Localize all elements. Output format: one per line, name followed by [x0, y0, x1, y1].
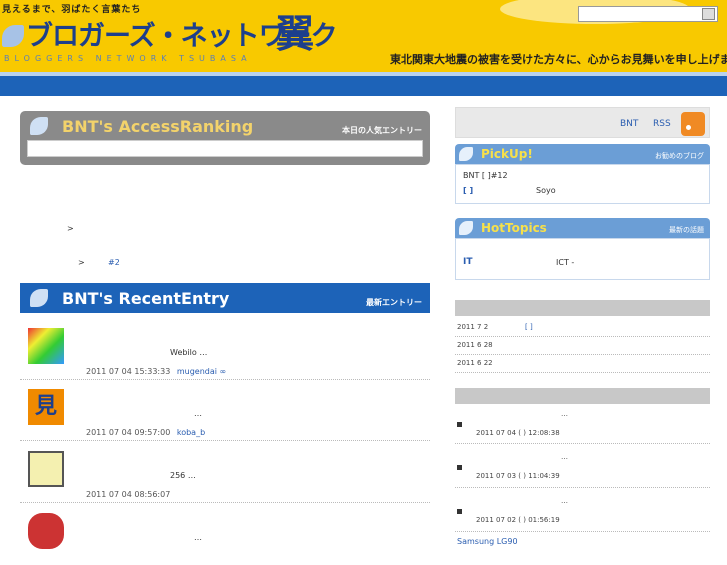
qa-title[interactable]: … — [561, 497, 568, 505]
bullet-icon — [457, 465, 462, 470]
pickup-body: BNT [ ]#12 [ ] Soyo — [455, 164, 710, 204]
recent-title: BNT's RecentEntry — [62, 289, 230, 308]
breadcrumb-arrow: > — [78, 258, 85, 267]
breadcrumb-arrow: > — [67, 224, 74, 233]
ranking-header: BNT's AccessRanking 本日の人気エントリー — [20, 111, 430, 141]
entry-meta: 2011 07 04 15:33:33 mugendai ∞ — [86, 367, 226, 376]
divider — [455, 354, 710, 355]
pickup-panel: PickUp! お勧めのブログ BNT [ ]#12 [ ] Soyo — [455, 144, 710, 204]
recent-entry-header: BNT's RecentEntry 最新エントリー — [20, 283, 430, 313]
entry-row[interactable]: Webilo … 2011 07 04 15:33:33 mugendai ∞ — [20, 320, 430, 380]
avatar[interactable]: 見 — [28, 389, 64, 425]
entry-row[interactable]: 見 … 2011 07 04 09:57:00 koba_b — [20, 381, 430, 441]
ranking-subtitle: 本日の人気エントリー — [342, 126, 422, 135]
site-header: 見えるまで、羽ばたく言葉たち ブロガーズ・ネットワーク 翼 BLOGGERS N… — [0, 0, 727, 72]
nav-bar-highlight — [0, 72, 727, 76]
pickup-author: Soyo — [536, 186, 556, 195]
bullet-icon — [457, 509, 462, 514]
entry-title[interactable]: … — [194, 409, 202, 418]
wing-icon — [459, 221, 473, 235]
wing-icon — [459, 147, 473, 161]
qa-date: 2011 07 02 ( ) 01:56:19 — [476, 516, 560, 524]
qa-header — [455, 388, 710, 404]
entry-author[interactable]: mugendai ∞ — [177, 367, 226, 376]
entry-author[interactable]: koba_b — [177, 428, 205, 437]
hottopics-subtitle: 最新の話題 — [669, 226, 704, 234]
ranking-title: BNT's AccessRanking — [62, 117, 254, 136]
avatar[interactable] — [28, 451, 64, 487]
divider — [455, 487, 710, 488]
news-header — [455, 300, 710, 316]
entry-time: 09:57:00 — [134, 428, 171, 437]
entry-row[interactable]: 256 … 2011 07 04 08:56:07 — [20, 443, 430, 503]
divider — [455, 443, 710, 444]
qa-date: 2011 07 04 ( ) 12:08:38 — [476, 429, 560, 437]
logo-subtitle: BLOGGERS NETWORK TSUBASA — [4, 54, 252, 63]
wing-icon — [2, 25, 24, 47]
hottopic-text: ICT - — [556, 258, 575, 267]
pickup-title: PickUp! — [481, 147, 533, 161]
entry-title[interactable]: Webilo … — [170, 348, 207, 357]
search-input[interactable] — [578, 6, 718, 22]
news-date: 2011 6 28 — [457, 341, 493, 349]
rss-icon[interactable] — [681, 112, 705, 136]
hottopics-panel: HotTopics 最新の話題 IT ICT - — [455, 218, 710, 280]
rss-box: BNT RSS — [455, 107, 710, 138]
hottopics-body: IT ICT - — [455, 238, 710, 280]
entry-date: 2011 07 04 — [86, 490, 132, 499]
news-date: 2011 7 2 — [457, 323, 489, 331]
entry-meta: 2011 07 04 08:56:07 — [86, 490, 174, 499]
pickup-header: PickUp! お勧めのブログ — [455, 144, 710, 164]
condolence-message: 東北関東大地震の被害を受けた方々に、心からお見舞いを申し上げます。 — [390, 53, 727, 66]
entry-date: 2011 07 04 — [86, 428, 132, 437]
hottopics-title: HotTopics — [481, 221, 547, 235]
hottopic-link[interactable]: IT — [463, 257, 473, 267]
entry-time: 15:33:33 — [134, 367, 171, 376]
divider — [455, 531, 710, 532]
wing-icon — [30, 117, 48, 135]
rss-label-bnt[interactable]: BNT — [620, 119, 638, 129]
pickup-line: BNT [ ]#12 — [463, 171, 508, 180]
pickup-link[interactable]: [ ] — [463, 186, 473, 195]
nav-bar — [0, 72, 727, 96]
news-link[interactable]: [ ] — [525, 323, 533, 331]
access-ranking-panel: BNT's AccessRanking 本日の人気エントリー — [20, 111, 430, 165]
logo-kanji: 翼 — [276, 12, 315, 56]
divider — [455, 336, 710, 337]
search-button[interactable] — [702, 8, 715, 20]
ranking-list — [27, 140, 423, 157]
avatar[interactable] — [28, 328, 64, 364]
wing-icon — [30, 289, 48, 307]
entry-row[interactable]: … — [20, 505, 430, 565]
divider — [455, 372, 710, 373]
hottopics-header: HotTopics 最新の話題 — [455, 218, 710, 238]
recent-subtitle: 最新エントリー — [366, 298, 422, 307]
rss-label[interactable]: RSS — [653, 119, 671, 129]
breadcrumb-link[interactable]: #2 — [108, 258, 120, 267]
news-date: 2011 6 22 — [457, 359, 493, 367]
qa-title[interactable]: … — [561, 410, 568, 418]
entry-time: 08:56:07 — [134, 490, 171, 499]
entry-title[interactable]: … — [194, 533, 202, 542]
avatar[interactable] — [28, 513, 64, 549]
qa-date: 2011 07 03 ( ) 11:04:39 — [476, 472, 560, 480]
qa-title[interactable]: … — [561, 453, 568, 461]
bullet-icon — [457, 422, 462, 427]
entry-date: 2011 07 04 — [86, 367, 132, 376]
pickup-subtitle: お勧めのブログ — [655, 152, 704, 160]
entry-title[interactable]: 256 … — [170, 471, 196, 480]
entry-meta: 2011 07 04 09:57:00 koba_b — [86, 428, 205, 437]
